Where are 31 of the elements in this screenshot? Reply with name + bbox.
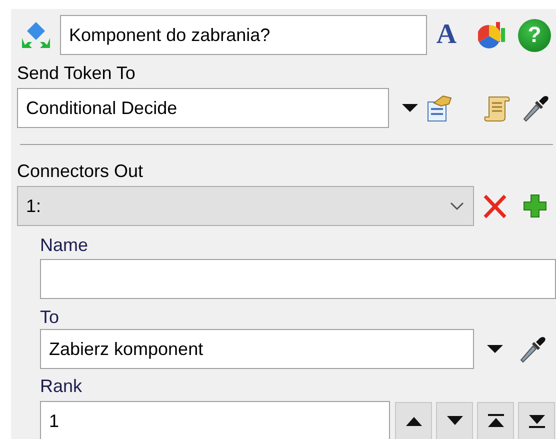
field-label: Name <box>40 234 90 256</box>
connector-select[interactable]: 1: <box>17 186 474 226</box>
move-to-top-button[interactable] <box>477 402 514 439</box>
caret-icon[interactable] <box>485 343 505 355</box>
eyedropper-icon[interactable] <box>521 93 551 123</box>
move-to-bottom-button[interactable] <box>518 402 555 439</box>
document-icon[interactable] <box>425 93 453 123</box>
eyedropper-icon[interactable] <box>518 334 548 364</box>
field-label: Rank <box>40 375 84 397</box>
chart-icon[interactable] <box>478 20 506 50</box>
scroll-icon[interactable] <box>483 94 511 122</box>
triangle-down-icon <box>446 415 464 427</box>
name-field[interactable]: Komponent do zabrania? <box>60 15 427 55</box>
move-down-button[interactable] <box>436 402 473 439</box>
triangle-up-icon <box>404 415 422 427</box>
to-combo[interactable]: Zabierz komponent <box>40 329 474 369</box>
move-up-button[interactable] <box>395 402 432 439</box>
field-label: To <box>40 306 60 328</box>
send-token-combo[interactable]: Conditional Decide <box>17 88 389 128</box>
bar-triangle-up-icon <box>486 414 504 428</box>
field-label: Send Token To <box>17 62 136 84</box>
plus-icon[interactable] <box>522 193 548 219</box>
caret-icon[interactable] <box>400 102 420 114</box>
input-field[interactable] <box>40 259 556 299</box>
diamond-arrows-icon <box>20 20 52 50</box>
section-label: Connectors Out <box>17 160 144 182</box>
chevron-icon[interactable] <box>449 201 465 211</box>
rank-field[interactable]: 1 <box>40 401 390 439</box>
x-icon[interactable] <box>482 192 508 220</box>
font-icon[interactable]: A <box>435 19 458 51</box>
triangle-bar-down-icon <box>528 414 546 428</box>
